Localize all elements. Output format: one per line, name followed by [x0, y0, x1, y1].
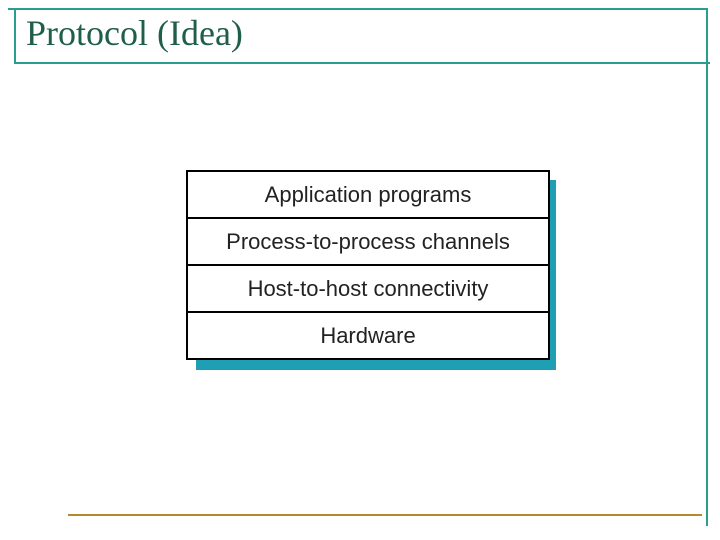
- stack-box: Application programs Process-to-process …: [186, 170, 550, 360]
- layer-hardware: Hardware: [188, 311, 548, 358]
- protocol-stack: Application programs Process-to-process …: [186, 170, 546, 360]
- layer-host-connectivity: Host-to-host connectivity: [188, 264, 548, 311]
- layer-process-channels: Process-to-process channels: [188, 217, 548, 264]
- slide-title: Protocol (Idea): [26, 12, 243, 54]
- footer-accent-line: [68, 514, 702, 516]
- title-left-accent: [14, 8, 22, 64]
- title-underline: [14, 62, 710, 64]
- layer-application: Application programs: [188, 172, 548, 217]
- slide-frame: Protocol (Idea) Application programs Pro…: [8, 8, 708, 526]
